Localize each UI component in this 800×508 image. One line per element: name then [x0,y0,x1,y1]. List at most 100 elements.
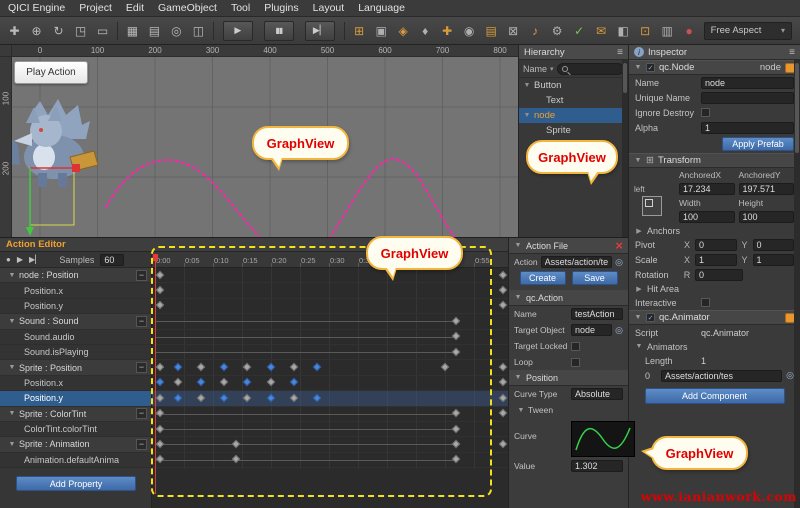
track-sprite-colortint[interactable]: ▼Sprite : ColorTint− [0,407,151,422]
settings-icon[interactable]: ⚙ [550,24,565,38]
keyframe[interactable] [220,363,228,371]
track-sprite-position[interactable]: ▼Sprite : Position− [0,360,151,375]
alpha-field[interactable] [701,122,794,134]
keyframe[interactable] [231,455,239,463]
track-sound-sound[interactable]: ▼Sound : Sound− [0,314,151,329]
interactive-checkbox[interactable] [701,298,710,307]
timeline-lane[interactable] [152,314,508,329]
anchored-y-field[interactable] [739,183,795,195]
rect-tool-icon[interactable]: ▭ [95,24,110,38]
timeline-lane[interactable] [152,453,508,468]
keyframe[interactable] [220,378,228,386]
split-icon[interactable]: ◧ [616,24,631,38]
keyframe[interactable] [156,393,164,401]
keyframe[interactable] [156,363,164,371]
keyframe[interactable] [313,393,321,401]
action-name-field[interactable] [571,308,623,320]
menu-item-project[interactable]: Project [79,2,112,14]
keyframe[interactable] [452,409,460,417]
menu-item-tool[interactable]: Tool [231,2,250,14]
track-position-y[interactable]: Position.y [0,299,151,314]
align-icon[interactable]: ⊞ [352,24,367,38]
timeline-lane[interactable] [152,422,508,437]
timeline-lane[interactable] [152,268,508,283]
timeline-lane[interactable] [152,360,508,375]
track-position-x[interactable]: Position.x [0,376,151,391]
remove-track-button[interactable]: − [136,408,147,419]
rotate-tool-icon[interactable]: ↻ [51,24,66,38]
remove-track-button[interactable]: − [136,439,147,450]
keyframe[interactable] [173,393,181,401]
remove-track-button[interactable]: − [136,362,147,373]
timeline-lane[interactable] [152,330,508,345]
keyframe[interactable] [498,301,506,309]
layers-icon[interactable]: ▤ [147,24,162,38]
hit-area-foldout[interactable]: Hit Area [647,284,679,294]
menu-item-layout[interactable]: Layout [313,2,345,14]
keyframe[interactable] [197,378,205,386]
apply-prefab-button[interactable]: Apply Prefab [722,137,794,151]
timeline-lane[interactable] [152,345,508,360]
play-icon[interactable]: ▶ [17,255,23,264]
width-field[interactable] [679,211,735,223]
samples-field[interactable] [100,254,124,266]
keyframe[interactable] [266,363,274,371]
keyframe[interactable] [498,286,506,294]
keyframe[interactable] [156,286,164,294]
qc-node-section-header[interactable]: ▼ ✓ qc.Node node [629,60,800,75]
track-animation-defaultanima[interactable]: Animation.defaultAnima [0,453,151,468]
diamond-icon[interactable]: ♦ [418,24,433,38]
remove-track-button[interactable]: − [136,316,147,327]
play-action-button[interactable]: Play Action [14,61,88,84]
box-icon[interactable]: ⊡ [638,24,653,38]
track-node-position[interactable]: ▼node : Position− [0,268,151,283]
timeline-lane[interactable] [152,391,508,406]
dopesheet-timeline[interactable]: 0:000:050:100:150:200:250:300:350:400:45… [152,252,508,508]
check-icon[interactable]: ✓ [572,24,587,38]
menu-item-qici-engine[interactable]: QICI Engine [8,2,65,14]
ignore-destroy-checkbox[interactable] [701,108,710,117]
keyframe[interactable] [452,455,460,463]
pan-tool-icon[interactable]: ✚ [7,24,22,38]
keyframe[interactable] [243,378,251,386]
panels-icon[interactable]: ◫ [191,24,206,38]
name-field[interactable] [701,77,794,89]
hierarchy-item-button[interactable]: ▼Button [519,78,628,93]
track-sound-audio[interactable]: Sound.audio [0,330,151,345]
qc-animator-section-header[interactable]: ▼ ✓ qc.Animator [629,310,800,325]
scale-x-field[interactable] [695,254,737,266]
keyframe[interactable] [313,363,321,371]
animator-item-field[interactable] [661,370,782,382]
keyframe[interactable] [173,363,181,371]
keyframe[interactable] [452,440,460,448]
panel-menu-icon[interactable]: ≡ [617,47,623,58]
keyframe[interactable] [452,316,460,324]
hierarchy-item-node[interactable]: ▼node [519,108,628,123]
timeline-lane[interactable] [152,407,508,422]
add-property-button[interactable]: Add Property [16,476,136,491]
keyframe[interactable] [440,363,448,371]
remove-track-button[interactable]: − [136,270,147,281]
loop-checkbox[interactable] [571,358,580,367]
record-icon[interactable]: ● [6,255,11,264]
keyframe[interactable] [266,378,274,386]
keyframe[interactable] [498,409,506,417]
keyframe[interactable] [498,363,506,371]
keyframe[interactable] [498,270,506,278]
rows-icon[interactable]: ▥ [660,24,675,38]
layers-panel-icon[interactable]: ▤ [484,24,499,38]
record-icon[interactable]: ◉ [462,24,477,38]
action-file-field[interactable] [541,256,613,268]
keyframe[interactable] [243,393,251,401]
move-tool-icon[interactable]: ⊕ [29,24,44,38]
add-component-button[interactable]: Add Component [645,388,785,404]
keyframe[interactable] [243,363,251,371]
inspector-scrollbar[interactable] [794,60,800,508]
target-object-field[interactable] [571,324,612,336]
menu-item-gameobject[interactable]: GameObject [158,2,217,14]
timeline-lane[interactable] [152,437,508,452]
add-icon[interactable]: ✚ [440,24,455,38]
step-button[interactable]: ▶▏ [305,21,335,41]
pivot-x-field[interactable] [695,239,737,251]
cancel-icon[interactable]: ⊠ [506,24,521,38]
